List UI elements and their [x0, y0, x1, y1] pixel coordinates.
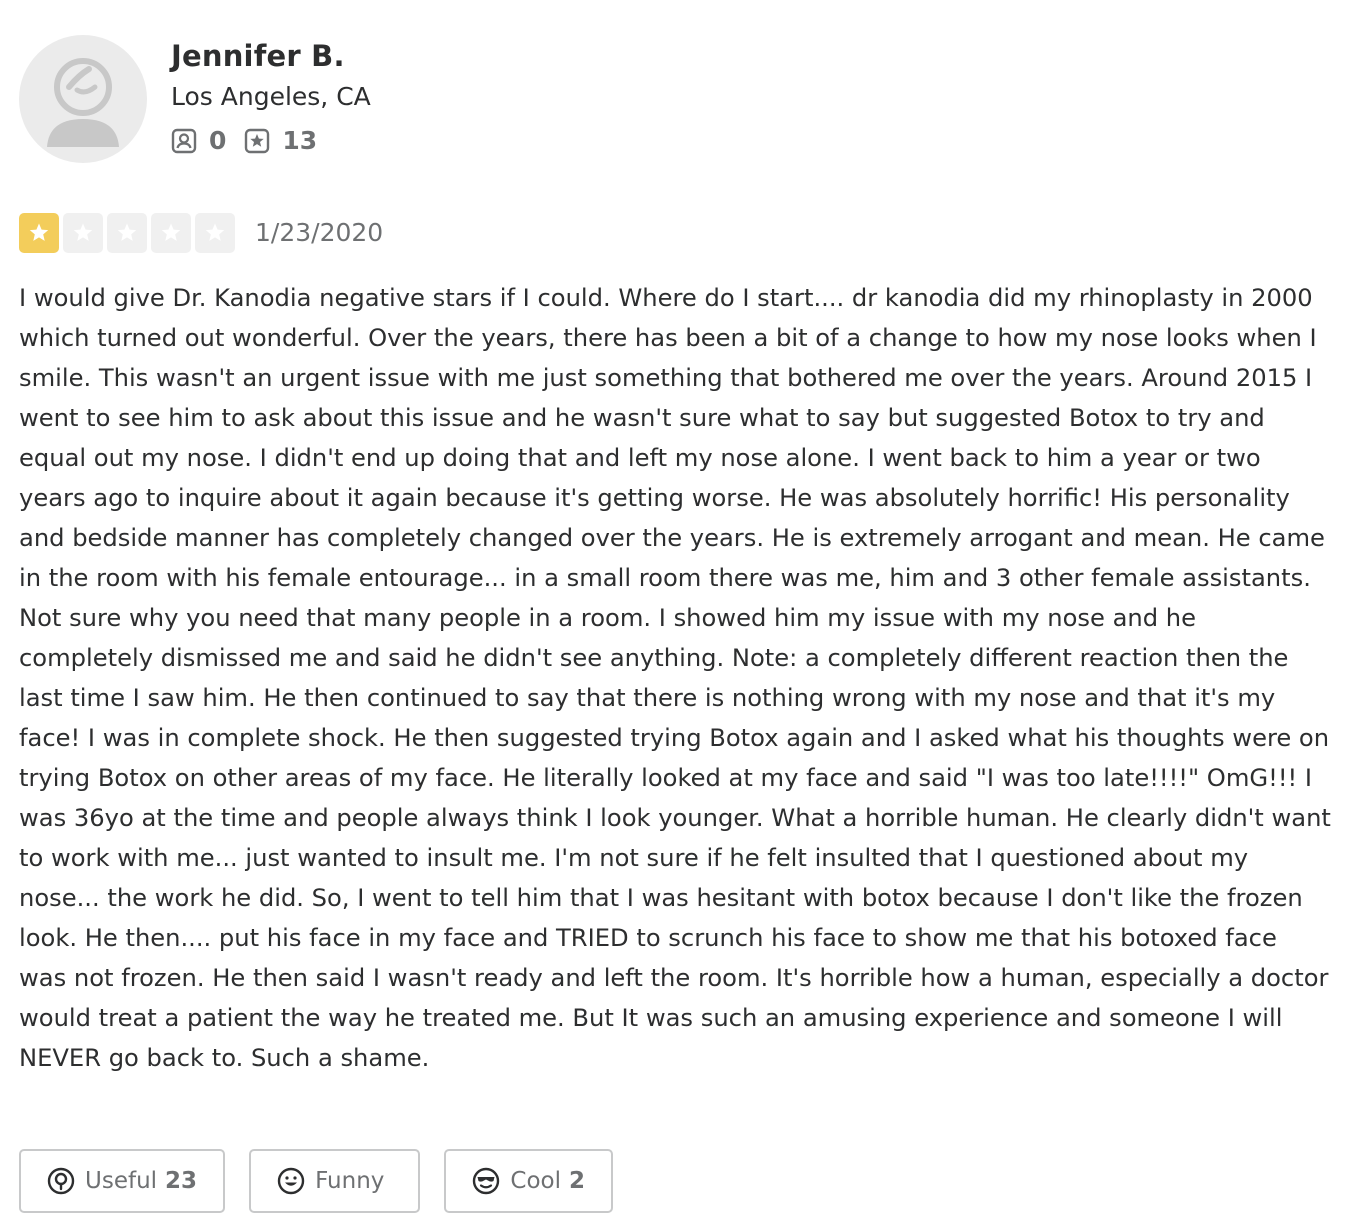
default-avatar-icon[interactable]: [19, 35, 147, 163]
funny-label: Funny: [315, 1168, 385, 1194]
review-star-icon: [244, 128, 270, 154]
cool-button[interactable]: Cool 2: [444, 1149, 613, 1213]
review-date: 1/23/2020: [255, 218, 384, 247]
reviews-stat: 13: [244, 126, 317, 156]
reviewer-location: Los Angeles, CA: [171, 82, 371, 111]
cool-count: 2: [568, 1168, 585, 1194]
star-empty-icon: [63, 213, 103, 253]
useful-label: Useful: [85, 1168, 158, 1194]
reviewer-name[interactable]: Jennifer B.: [171, 36, 371, 76]
star-rating: [19, 213, 239, 253]
star-filled-icon: [19, 213, 59, 253]
star-empty-icon: [195, 213, 235, 253]
rating-row: 1/23/2020: [19, 213, 383, 253]
reaction-buttons: Useful 23 Funny Cool 2: [19, 1149, 637, 1213]
star-empty-icon: [107, 213, 147, 253]
funny-button[interactable]: Funny: [249, 1149, 421, 1213]
useful-count: 23: [165, 1168, 198, 1194]
reviewer-info: Jennifer B. Los Angeles, CA 0 13: [171, 36, 371, 156]
cool-label: Cool: [510, 1168, 561, 1194]
review-text: I would give Dr. Kanodia negative stars …: [19, 284, 1331, 1072]
reviews-count: 13: [282, 126, 318, 155]
sunglasses-icon: [472, 1167, 500, 1195]
star-empty-icon: [151, 213, 191, 253]
friends-stat: 0: [171, 126, 226, 156]
reviewer-stats: 0 13: [171, 126, 371, 156]
smile-icon: [277, 1167, 305, 1195]
friends-icon: [171, 128, 197, 154]
friends-count: 0: [209, 126, 227, 155]
useful-button[interactable]: Useful 23: [19, 1149, 226, 1213]
lightbulb-icon: [47, 1167, 75, 1195]
